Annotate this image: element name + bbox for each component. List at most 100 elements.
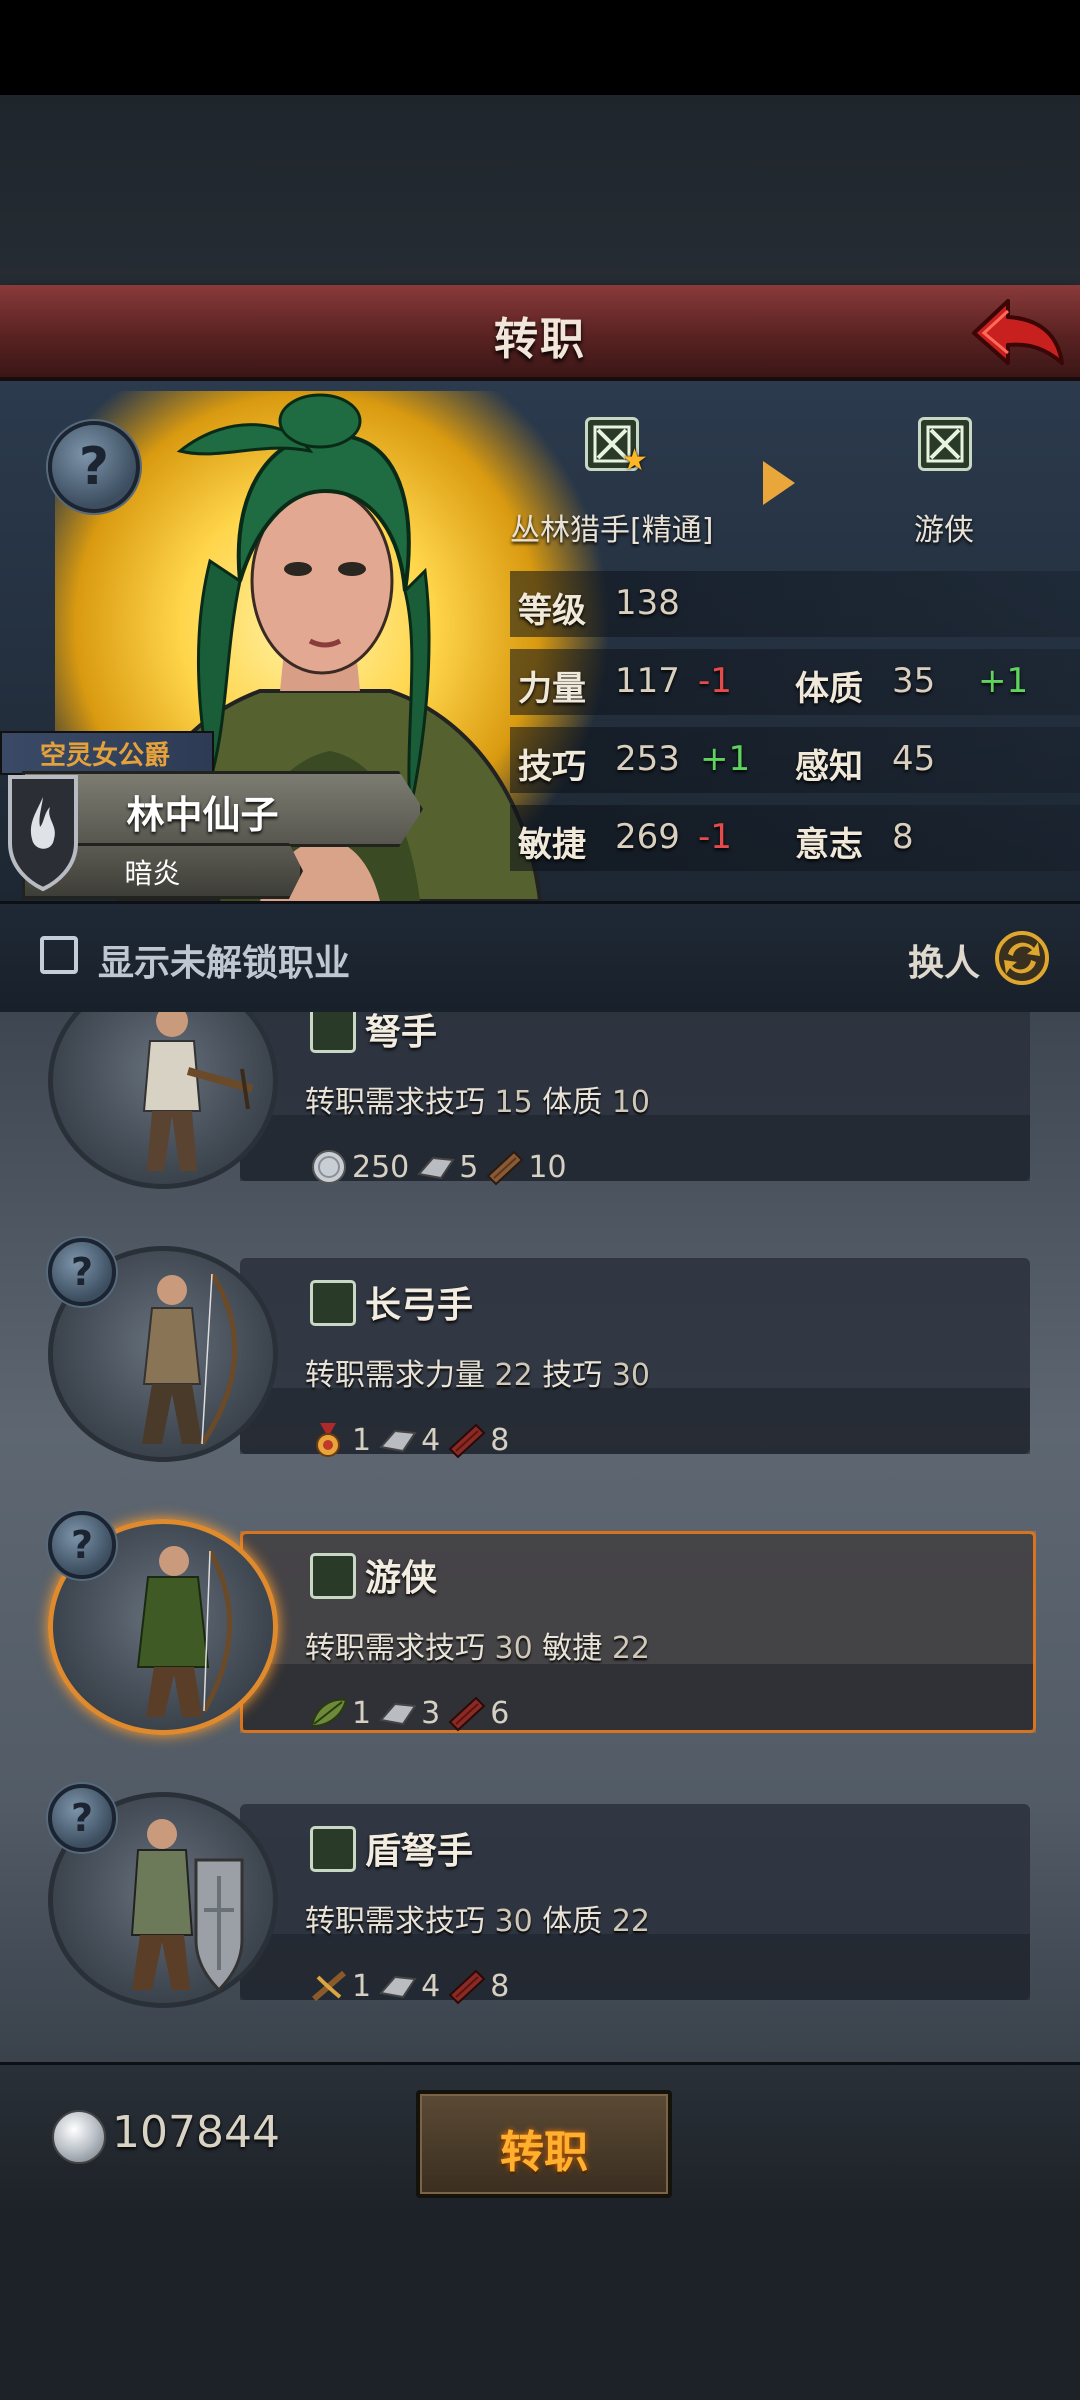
help-icon[interactable]: ? xyxy=(48,421,140,513)
req-stat: 体质 xyxy=(542,1085,603,1120)
change-class-button[interactable]: 转职 xyxy=(416,2090,672,2198)
red-wood-icon xyxy=(448,1696,486,1732)
cost-qty: 10 xyxy=(528,1149,567,1185)
req-value: 30 xyxy=(494,1631,533,1666)
swap-icon[interactable] xyxy=(994,930,1050,986)
help-icon[interactable]: ? xyxy=(48,1238,116,1306)
per-label: 感知 xyxy=(795,747,863,787)
job-requirements: 转职需求技巧 15 体质 10 xyxy=(305,1077,650,1121)
character-panel: ? ★ 丛林猎手[精通] 游侠 等级 138 力量 117 -1 体质 35 +… xyxy=(0,381,1080,904)
cost-qty: 250 xyxy=(352,1149,410,1185)
bottom-bar: 107844 转职 xyxy=(0,2062,1080,2215)
job-requirements: 转职需求技巧 30 敏捷 22 xyxy=(305,1623,650,1667)
req-value: 22 xyxy=(611,1904,651,1939)
job-card-selected[interactable]: ? 游侠 转职需求技巧 30 敏捷 22 1 3 6 xyxy=(40,1511,1036,1741)
req-value: 22 xyxy=(494,1358,533,1393)
cost-qty: 1 xyxy=(352,1695,372,1731)
crossbow-part-icon xyxy=(312,1970,346,2002)
name-plate: 林中仙子 xyxy=(22,771,423,847)
str-delta: -1 xyxy=(698,661,732,701)
cost-qty: 1 xyxy=(352,1422,372,1458)
target-class-label: 游侠 xyxy=(914,513,974,548)
cost-qty: 8 xyxy=(490,1422,510,1458)
req-prefix: 转职需求 xyxy=(305,1904,425,1939)
title-tag: 空灵女公爵 xyxy=(0,731,214,775)
back-arrow-icon[interactable] xyxy=(968,293,1068,371)
req-value: 10 xyxy=(611,1085,651,1120)
job-name: 长弓手 xyxy=(365,1285,474,1326)
req-stat: 技巧 xyxy=(425,1904,485,1939)
job-class-icon xyxy=(310,1553,356,1599)
req-prefix: 转职需求 xyxy=(305,1631,425,1666)
req-value: 30 xyxy=(611,1358,651,1393)
agi-value: 269 xyxy=(615,817,680,857)
cost-qty: 8 xyxy=(490,1968,510,2004)
con-delta: +1 xyxy=(978,661,1029,701)
agi-label: 敏捷 xyxy=(518,825,586,865)
job-class-icon xyxy=(310,1012,356,1053)
title-tag-text: 空灵女公爵 xyxy=(40,741,171,771)
medal-icon xyxy=(316,1423,340,1457)
level-value: 138 xyxy=(615,583,680,623)
cost-qty: 3 xyxy=(421,1695,441,1731)
current-class-label: 丛林猎手[精通] xyxy=(510,513,714,548)
job-class-icon xyxy=(310,1280,356,1326)
req-prefix: 转职需求 xyxy=(305,1085,425,1120)
per-value: 45 xyxy=(892,739,936,779)
req-stat: 体质 xyxy=(542,1904,603,1939)
req-prefix: 转职需求 xyxy=(305,1358,425,1393)
target-class-icon xyxy=(918,417,972,471)
crossbowman-figure xyxy=(142,1012,254,1171)
flame-shield-icon xyxy=(8,775,78,892)
job-list[interactable]: 弩手 转职需求技巧 15 体质 10 250 5 10 ? 长弓手 转职需求力量… xyxy=(0,1012,1080,2062)
skl-value: 253 xyxy=(615,739,680,779)
red-wood-icon xyxy=(448,1423,486,1459)
money-amount: 107844 xyxy=(112,2107,280,2158)
req-value: 30 xyxy=(494,1904,533,1939)
red-wood-icon xyxy=(448,1969,486,2005)
toggle-bar: 显示未解锁职业 换人 xyxy=(0,904,1080,1016)
wood-plank-icon xyxy=(486,1150,524,1186)
top-background xyxy=(0,95,1080,285)
req-stat: 技巧 xyxy=(542,1358,603,1393)
job-card[interactable]: ? 长弓手 转职需求力量 22 技巧 30 1 4 8 xyxy=(40,1238,1035,1468)
job-requirements: 转职需求技巧 30 体质 22 xyxy=(305,1896,650,1940)
ranger-figure xyxy=(136,1546,232,1717)
leaf-icon xyxy=(310,1698,348,1728)
show-locked-checkbox[interactable] xyxy=(40,936,78,974)
iron-ingot-icon xyxy=(379,1702,417,1726)
iron-ingot-icon xyxy=(379,1429,417,1453)
status-bar xyxy=(0,0,1080,95)
stat-row xyxy=(510,571,1080,637)
show-locked-label[interactable]: 显示未解锁职业 xyxy=(98,934,350,986)
job-class-icon xyxy=(310,1826,356,1872)
current-class-icon: ★ xyxy=(585,417,648,478)
help-icon[interactable]: ? xyxy=(48,1511,116,1579)
help-icon[interactable]: ? xyxy=(48,1784,116,1852)
str-label: 力量 xyxy=(518,669,586,709)
swap-character-label[interactable]: 换人 xyxy=(908,934,980,986)
arrow-right-icon xyxy=(763,461,795,505)
cost-qty: 4 xyxy=(421,1968,441,2004)
page-title: 转职 xyxy=(494,314,586,365)
iron-ingot-icon xyxy=(417,1156,456,1180)
iron-ingot-icon xyxy=(379,1975,417,1999)
cost-qty: 4 xyxy=(421,1422,441,1458)
job-card[interactable]: 弩手 转职需求技巧 15 体质 10 250 5 10 xyxy=(40,1012,1035,1195)
wil-value: 8 xyxy=(892,817,914,857)
cost-qty: 6 xyxy=(490,1695,510,1731)
agi-delta: -1 xyxy=(698,817,732,857)
req-stat: 力量 xyxy=(425,1358,485,1393)
con-value: 35 xyxy=(892,661,936,701)
mastery-star-icon: ★ xyxy=(621,443,648,478)
job-costs: 1 3 6 xyxy=(308,1693,515,1733)
job-name: 游侠 xyxy=(365,1558,438,1599)
job-card[interactable]: ? 盾弩手 转职需求技巧 30 体质 22 1 4 8 xyxy=(40,1784,1035,2014)
longbowman-figure xyxy=(142,1272,238,1446)
cost-qty: 1 xyxy=(352,1968,372,2004)
con-label: 体质 xyxy=(795,669,863,709)
cost-qty: 5 xyxy=(459,1149,479,1185)
job-requirements: 转职需求力量 22 技巧 30 xyxy=(305,1350,650,1394)
str-value: 117 xyxy=(615,661,680,701)
job-costs: 1 4 8 xyxy=(308,1420,515,1460)
